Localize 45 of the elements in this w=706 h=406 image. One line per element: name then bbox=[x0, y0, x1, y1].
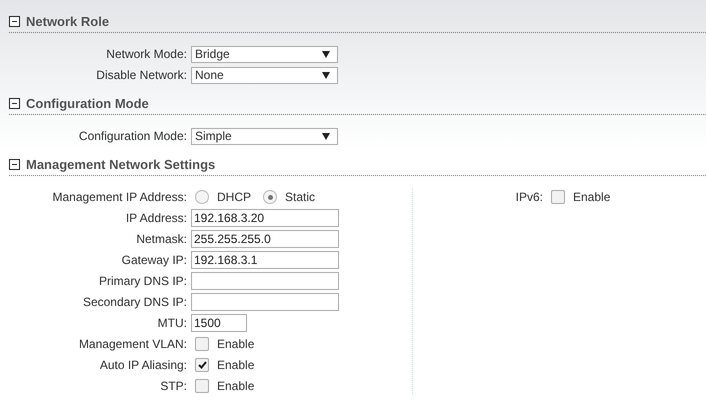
input-field[interactable] bbox=[191, 272, 339, 290]
input-field[interactable]: 255.255.255.0 bbox=[191, 230, 339, 248]
field-label: Management IP Address: bbox=[51, 190, 187, 204]
dropdown[interactable]: Simple bbox=[191, 128, 338, 144]
checkmark-icon bbox=[198, 361, 206, 369]
field-label: IP Address: bbox=[124, 211, 187, 225]
field-label: Configuration Mode: bbox=[78, 129, 187, 143]
caret-icon bbox=[322, 72, 330, 78]
field-label: Gateway IP: bbox=[120, 253, 187, 267]
checkbox[interactable] bbox=[195, 337, 209, 351]
input-field[interactable]: 192.168.3.20 bbox=[191, 209, 339, 227]
collapse-toggle[interactable] bbox=[9, 159, 20, 170]
field-label: Primary DNS IP: bbox=[98, 274, 187, 288]
section-title: Network Role bbox=[26, 14, 110, 29]
section-title: Management Network Settings bbox=[26, 157, 216, 172]
checkbox-label: Enable bbox=[217, 337, 254, 351]
checkbox[interactable] bbox=[195, 358, 209, 372]
field-label: Netmask: bbox=[135, 232, 187, 246]
dropdown[interactable]: None bbox=[191, 66, 338, 84]
caret-icon bbox=[322, 132, 330, 140]
collapse-toggle[interactable] bbox=[9, 16, 20, 27]
field-label: IPv6: bbox=[514, 190, 543, 204]
checkbox-label: Enable bbox=[217, 358, 254, 372]
checkbox-label: Enable bbox=[217, 379, 254, 393]
input-field[interactable]: 192.168.3.1 bbox=[191, 251, 339, 269]
field-label: Secondary DNS IP: bbox=[82, 295, 187, 309]
section-title: Configuration Mode bbox=[26, 96, 149, 111]
field-label: Disable Network: bbox=[95, 68, 187, 82]
input-field[interactable]: 1500 bbox=[191, 314, 247, 332]
field-label: Auto IP Aliasing: bbox=[98, 358, 187, 372]
radio-label: DHCP bbox=[217, 190, 252, 204]
checkbox[interactable] bbox=[551, 190, 565, 204]
checkbox[interactable] bbox=[195, 379, 209, 393]
field-label: Management VLAN: bbox=[78, 337, 187, 351]
dropdown[interactable]: Bridge bbox=[191, 46, 338, 62]
input-field[interactable] bbox=[191, 293, 339, 311]
field-label: MTU: bbox=[156, 316, 187, 330]
checkbox-label: Enable bbox=[573, 190, 610, 204]
collapse-toggle[interactable] bbox=[9, 98, 20, 109]
field-label: STP: bbox=[159, 379, 187, 393]
radio-button[interactable] bbox=[263, 190, 278, 204]
radio-button[interactable] bbox=[195, 190, 209, 204]
caret-icon bbox=[322, 50, 330, 58]
radio-label: Static bbox=[285, 190, 316, 204]
field-label: Network Mode: bbox=[105, 47, 187, 61]
